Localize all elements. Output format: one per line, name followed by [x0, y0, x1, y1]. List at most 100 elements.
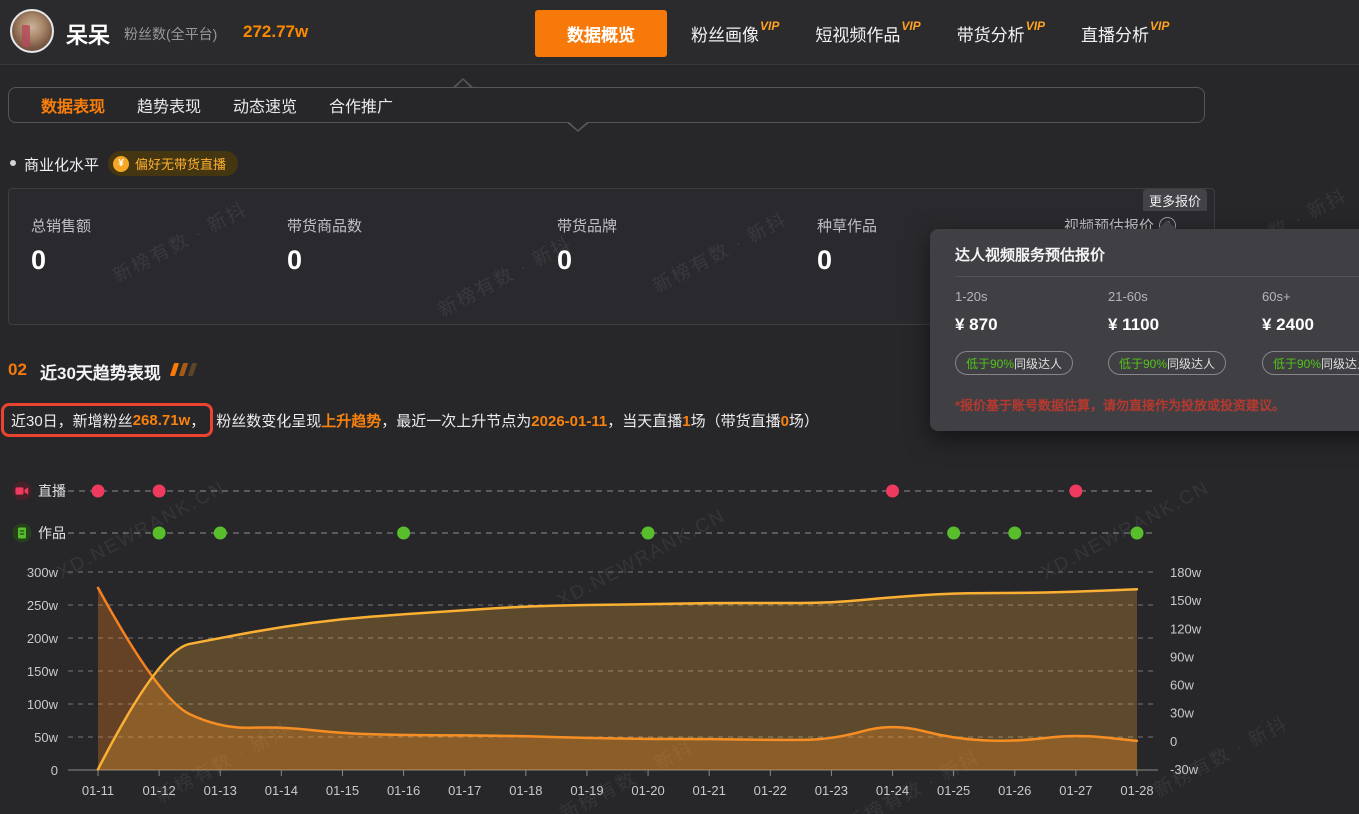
x-axis-date-label: 01-23	[815, 783, 848, 798]
badge-rest-text: 同级达人	[1167, 355, 1215, 372]
subtab-data-performance[interactable]: 数据表现	[41, 93, 105, 117]
peer-compare-badge: 低于90%同级达人	[955, 351, 1073, 375]
tab-label: 短视频作品	[815, 21, 900, 46]
left-axis-tick: 250w	[27, 598, 59, 613]
live-event-dot[interactable]	[92, 485, 105, 498]
live-event-dot[interactable]	[1069, 485, 1082, 498]
tab-live-analysis[interactable]: 直播分析VIP	[1081, 21, 1169, 46]
tooltip-divider	[955, 276, 1359, 277]
stat-value: 0	[31, 245, 91, 276]
sentence-text: 近30日，新增粉丝	[11, 410, 133, 431]
timeline-label: 作品	[38, 525, 66, 541]
x-axis-date-label: 01-24	[876, 783, 909, 798]
stat-col: 种草作品0	[817, 215, 877, 276]
section-number: 02	[8, 360, 27, 380]
peer-compare-badge: 低于90%同级达人	[1108, 351, 1226, 375]
x-axis-date-label: 01-27	[1059, 783, 1092, 798]
sentence-highlight: 0	[781, 413, 789, 430]
stat-col: 带货品牌 0	[557, 215, 617, 276]
x-axis-date-label: 01-12	[142, 783, 175, 798]
tooltip-caret	[1157, 220, 1177, 230]
right-axis-tick: 60w	[1170, 678, 1194, 693]
tab-fans-profile[interactable]: 粉丝画像VIP	[691, 21, 779, 46]
works-event-dot[interactable]	[947, 527, 960, 540]
x-axis-date-label: 01-15	[326, 783, 359, 798]
section-title: 近30天趋势表现	[40, 359, 161, 384]
sentence-text: ，最近一次上升节点为	[381, 413, 531, 430]
sentence-text: ，当天直播	[607, 413, 682, 430]
subnav: 数据表现 趋势表现 动态速览 合作推广	[8, 87, 1205, 123]
works-event-dot[interactable]	[153, 527, 166, 540]
live-icon-camera	[16, 487, 24, 494]
sentence-text: 场（带货直播	[691, 413, 781, 430]
subtab-cooperation-promo[interactable]: 合作推广	[329, 93, 393, 117]
stat-label: 带货品牌	[557, 215, 617, 236]
tab-label: 直播分析	[1081, 21, 1149, 46]
more-quotes-button[interactable]: 更多报价	[1143, 189, 1207, 211]
price-value: ¥ 1100	[1108, 315, 1159, 335]
avatar[interactable]	[10, 9, 54, 53]
left-axis-tick: 150w	[27, 664, 59, 679]
works-event-dot[interactable]	[397, 527, 410, 540]
stat-label: 总销售额	[31, 215, 91, 236]
price-duration: 1-20s	[955, 289, 988, 304]
right-axis-tick: 150w	[1170, 593, 1202, 608]
stat-value: 0	[817, 245, 877, 276]
left-axis-tick: 100w	[27, 697, 59, 712]
badge-rest-text: 同级达人	[1321, 355, 1359, 372]
stat-label: 带货商品数	[287, 215, 362, 236]
preference-badge-label: 偏好无带货直播	[135, 154, 226, 173]
tooltip-disclaimer: *报价基于账号数据估算，请勿直接作为投放或投资建议。	[955, 395, 1285, 414]
tab-commerce-analysis[interactable]: 带货分析VIP	[957, 21, 1045, 46]
commerce-level-label: 商业化水平	[24, 154, 99, 175]
price-duration: 60s+	[1262, 289, 1291, 304]
badge-rest-text: 同级达人	[1014, 355, 1062, 372]
tab-video-works[interactable]: 短视频作品VIP	[815, 21, 920, 46]
page: 呆呆 粉丝数(全平台) 272.77w 数据概览粉丝画像VIP短视频作品VIP带…	[0, 0, 1359, 814]
tab-data-overview[interactable]: 数据概览	[535, 10, 667, 57]
live-event-dot[interactable]	[153, 485, 166, 498]
stat-value: 0	[287, 245, 362, 276]
stat-col: 总销售额 0	[31, 215, 91, 276]
subtab-dynamic-quickview[interactable]: 动态速览	[233, 93, 297, 117]
live-event-dot[interactable]	[886, 485, 899, 498]
section-mark	[179, 363, 188, 376]
top-nav: 数据概览粉丝画像VIP短视频作品VIP带货分析VIP直播分析VIP	[535, 10, 1205, 57]
right-axis-tick: -30w	[1170, 762, 1199, 777]
works-event-dot[interactable]	[1008, 527, 1021, 540]
x-axis-date-label: 01-25	[937, 783, 970, 798]
right-axis-tick: 120w	[1170, 621, 1202, 636]
vip-badge: VIP	[1026, 19, 1045, 33]
section-mark	[188, 363, 197, 376]
vip-badge: VIP	[760, 19, 779, 33]
timeline-label: 直播	[38, 483, 66, 499]
right-axis-tick: 180w	[1170, 565, 1202, 580]
tooltip-title: 达人视频服务预估报价	[955, 244, 1105, 265]
stat-value: 0	[557, 245, 617, 276]
x-axis-date-label: 01-11	[82, 783, 114, 798]
works-event-dot[interactable]	[642, 527, 655, 540]
left-axis-tick: 0	[51, 763, 58, 778]
subtab-trend-performance[interactable]: 趋势表现	[137, 93, 201, 117]
bullet-dot	[10, 160, 16, 166]
x-axis-date-label: 01-26	[998, 783, 1031, 798]
x-axis-date-label: 01-28	[1120, 783, 1153, 798]
trend-summary-sentence: 近30日，新增粉丝268.71w， 粉丝数变化呈现上升趋势，最近一次上升节点为2…	[1, 402, 819, 438]
sentence-highlight: 上升趋势	[321, 413, 381, 430]
x-axis-date-label: 01-17	[448, 783, 481, 798]
right-axis-tick: 90w	[1170, 649, 1194, 664]
top-header: 呆呆 粉丝数(全平台) 272.77w 数据概览粉丝画像VIP短视频作品VIP带…	[0, 0, 1359, 65]
price-duration: 21-60s	[1108, 289, 1148, 304]
vip-badge: VIP	[1150, 19, 1169, 33]
sentence-highlight: 2026-01-11	[531, 413, 607, 430]
works-event-dot[interactable]	[1131, 527, 1144, 540]
x-axis-date-label: 01-16	[387, 783, 420, 798]
badge-green-text: 低于90%	[1273, 355, 1321, 372]
works-event-dot[interactable]	[214, 527, 227, 540]
x-axis-date-label: 01-21	[693, 783, 726, 798]
sentence-text: 粉丝数变化呈现	[216, 413, 321, 430]
tab-label: 带货分析	[957, 21, 1025, 46]
x-axis-date-label: 01-18	[509, 783, 542, 798]
tab-label: 粉丝画像	[691, 21, 759, 46]
highlight-red-box: 近30日，新增粉丝268.71w，	[1, 403, 213, 437]
